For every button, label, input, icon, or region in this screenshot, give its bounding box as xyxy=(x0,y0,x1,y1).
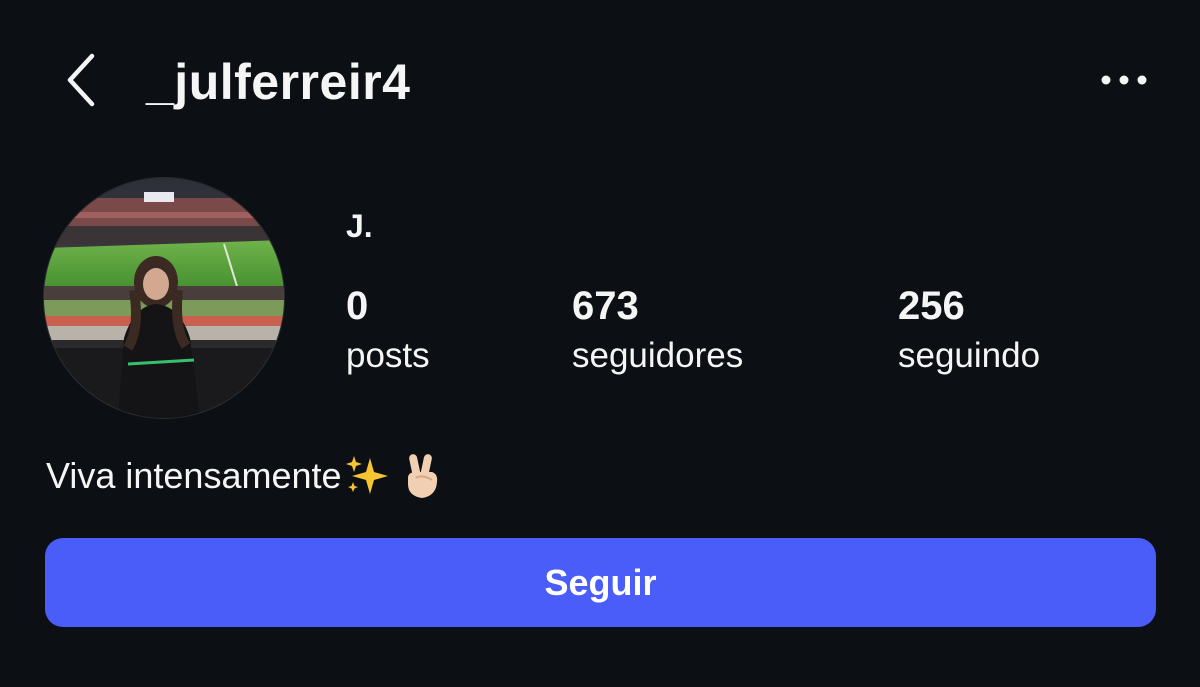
stat-followers[interactable]: 673 seguidores xyxy=(572,282,743,378)
profile-screen: _julferreir4 J. 0 posts 673 seguidores 2… xyxy=(0,0,1200,687)
victory-hand-emoji xyxy=(402,452,442,500)
more-options-button[interactable] xyxy=(1094,60,1154,100)
profile-bio: Viva intensamente xyxy=(46,452,442,500)
stat-posts[interactable]: 0 posts xyxy=(346,282,430,378)
followers-count: 673 xyxy=(572,284,639,328)
more-horizontal-icon xyxy=(1101,75,1147,85)
chevron-left-icon xyxy=(67,53,95,107)
bio-text: Viva intensamente xyxy=(46,455,342,496)
back-button[interactable] xyxy=(52,48,108,112)
followers-label: seguidores xyxy=(572,336,744,375)
follow-button-label: Seguir xyxy=(544,561,657,603)
following-label: seguindo xyxy=(898,336,1041,375)
profile-avatar[interactable] xyxy=(44,178,284,418)
follow-button[interactable]: Seguir xyxy=(45,538,1156,627)
display-name: J. xyxy=(346,208,373,244)
posts-label: posts xyxy=(346,336,430,375)
profile-username: _julferreir4 xyxy=(146,54,411,110)
sparkles-emoji xyxy=(344,454,390,498)
stat-following[interactable]: 256 seguindo xyxy=(898,282,1040,378)
following-count: 256 xyxy=(898,284,965,328)
profile-photo-avatar xyxy=(44,178,284,418)
posts-count: 0 xyxy=(346,284,369,328)
